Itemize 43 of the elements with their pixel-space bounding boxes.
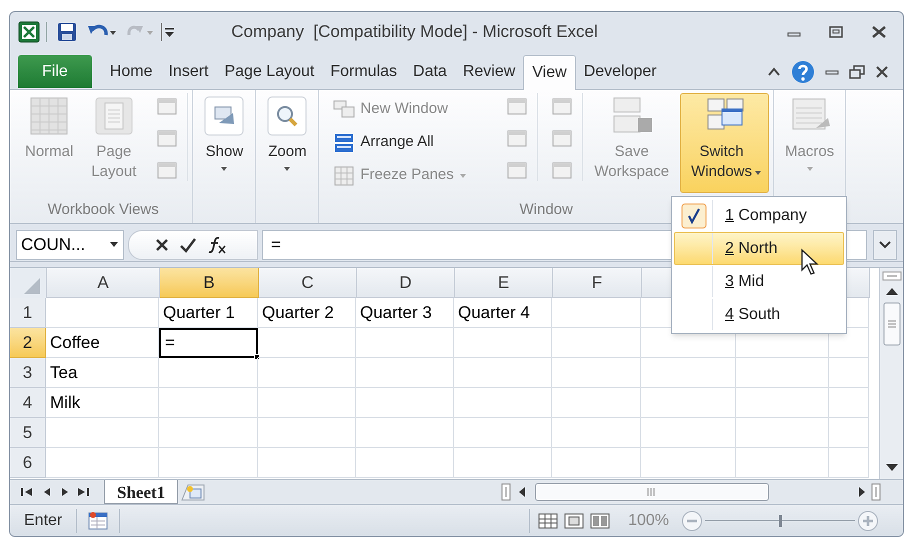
column-header[interactable]: D [357,268,455,298]
menu-item[interactable]: 2 North [674,232,844,265]
row-header[interactable]: 3 [10,358,46,388]
name-box[interactable]: COUN... [16,230,124,260]
group-label: Workbook Views [48,201,159,218]
ribbon-tab[interactable]: Review [454,54,524,89]
ribbon-tab[interactable]: Formulas [322,54,406,89]
ribbon-tab[interactable]: Insert [160,54,216,89]
status-mode: Enter [23,510,64,530]
grid-cell[interactable]: Quarter 1 [159,298,258,328]
grid-cell[interactable]: Quarter 4 [454,298,552,328]
ribbon-button[interactable]: Show [197,93,252,193]
grid-cell[interactable]: Quarter 3 [356,298,454,328]
grid-cell[interactable]: Milk [46,388,159,418]
group-label: Window [520,201,573,218]
column-header[interactable]: C [259,268,357,298]
ribbon-tab[interactable]: Developer [576,54,665,89]
active-cell[interactable]: = [159,328,258,358]
menu-item[interactable]: 1 Company [674,199,844,232]
grid-cell[interactable]: Quarter 2 [258,298,356,328]
row-header[interactable]: 1 [10,298,46,328]
grid-cell[interactable]: Coffee [46,328,159,358]
zoom-level: 100% [628,510,669,530]
ribbon-tab[interactable]: Data [405,54,455,89]
column-header[interactable]: B [160,268,259,298]
column-header[interactable]: E [455,268,553,298]
ribbon-tab[interactable]: Page Layout [216,54,322,89]
row-header[interactable]: 2 [10,328,46,358]
row-header[interactable]: 5 [10,418,46,448]
sheet-tab[interactable]: Sheet1 [104,480,178,504]
file-tab[interactable]: File [18,55,92,88]
row-header[interactable]: 6 [10,448,46,478]
column-header[interactable]: F [553,268,642,298]
ribbon-tab[interactable]: View [523,55,576,90]
ribbon-tab[interactable]: Home [102,54,160,89]
ribbon-button[interactable]: Arrange All [333,128,494,157]
column-header[interactable]: A [47,268,160,298]
menu-item[interactable]: 4 South [674,298,844,331]
grid-cell[interactable]: Tea [46,358,159,388]
ribbon-button[interactable]: Zoom [260,93,314,193]
row-header[interactable]: 4 [10,388,46,418]
ribbon-button[interactable]: Switch Windows [680,93,769,193]
window-title: Company [Compatibility Mode] - Microsoft Excel [230,21,599,44]
